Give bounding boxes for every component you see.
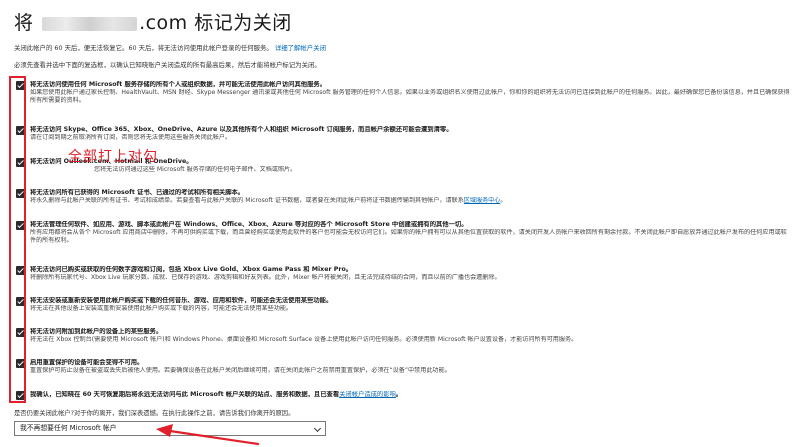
close-reason-question: 是否仍要关闭此帐户?对于你的离开，我们深表遗憾。在执行此操作之前，请告诉我们你离… [14, 410, 295, 417]
page-title: 将 .com 标记为关闭 [14, 12, 292, 34]
item-head: 将无法访问附加到此帐户的设备上的某些服务。 [30, 328, 163, 335]
annotation-highlight-box [9, 76, 26, 403]
item-desc: 将无法在 Xbox 控制台(需要使用 Microsoft 帐户)和 Window… [30, 336, 578, 343]
chevron-down-icon [313, 424, 322, 433]
redacted-email [42, 16, 138, 31]
item-desc: 请在订阅到期之前取消所有订阅，否则您将无法使用这些服务关闭此帐户。 [30, 134, 232, 141]
item-head: 将无法访问所有已获得的 Microsoft 证书、已通过的考试和所有相关脚本。 [30, 189, 245, 196]
intro-line-1: 关闭此帐户的 60 天后，便无法恢复它。60 天后，将无法访问使用此帐户登录的任… [14, 44, 326, 52]
item-desc: 所有应用都将会从各个 Microsoft 应用商店中删除，不再可供购买或下载，而… [30, 229, 787, 244]
item-desc: 如果您使用此帐户通过家长控制、HealthVault、MSN 财经、Skype … [30, 89, 790, 104]
item-desc: 将删除所有玩家代号、Xbox Live 玩家分数、成就、已保存的游戏、游戏剪辑和… [30, 274, 501, 281]
select-value: 我不再想要任何 Microsoft 帐户 [20, 424, 117, 432]
item-desc: 将无法在其他设备上安装或重新安装使用此帐户购买或下载的内容，可能还会无法使用某些… [30, 305, 293, 312]
item-head: 将无法访问使用任何 Microsoft 服务存储的所有个人或组织数据，并可能无法… [30, 81, 326, 88]
item-head: 将无法访问 Skype、Office 365、Xbox、OneDrive、Azu… [30, 126, 453, 133]
close-reason-select[interactable]: 我不再想要任何 Microsoft 帐户 [14, 421, 326, 436]
learn-more-link[interactable]: 详细了解帐户关闭 [275, 44, 326, 52]
item-head: 将无法访问已购买或获取的任何数字游戏和订阅，包括 Xbox Live Gold、… [30, 266, 353, 273]
annotation-text: 全部打上对勾 [68, 149, 158, 165]
item-head: 启用重置保护的设备可能会变得不可用。 [30, 359, 144, 366]
service-center-link[interactable]: 区域服务中心 [464, 197, 501, 204]
item-head: 将无法管理任何软件、如应用、游戏、脚本或此帐户在 Windows、Office、… [30, 221, 468, 228]
item-desc: 您将无法访问通过这些 Microsoft 服务存储的任何电子邮件、文档或照片。 [94, 166, 297, 173]
item-head: 我确认，已知晓在 60 天可恢复期后将永远无法访问与此 Microsoft 帐户… [30, 391, 403, 398]
item-head: 将无法安装或重新安装使用此帐户购买或下载的任何音乐、游戏、应用和软件，可能还会无… [30, 297, 333, 304]
item-desc: 重置保护可防止设备在被盗或丢失后被他人使用。若要确保设备在此帐户关闭后继续可用，… [30, 367, 451, 374]
item-desc: 将永久删除与此帐户关联的所有证书、考试和成绩单。若要查看与此帐户关联的 Micr… [30, 197, 507, 204]
close-impact-link[interactable]: 关闭帐户造成的影响 [339, 391, 396, 398]
intro-line-2: 必须先查看并选中下面的复选框，以确认已知晓账户关闭造成的所有最高后果，然后才能将… [14, 61, 321, 69]
